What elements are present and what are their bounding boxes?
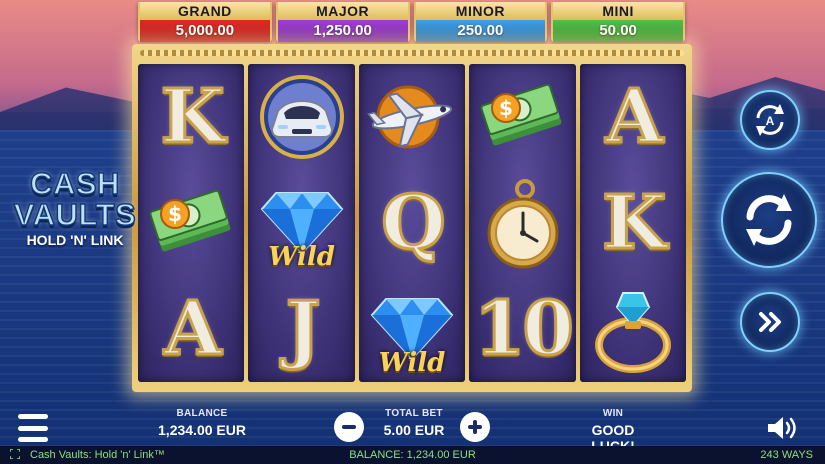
symbol-cell (248, 64, 354, 170)
logo-line-vaults: VAULTS (13, 197, 137, 232)
pocket-watch-icon (487, 179, 559, 269)
svg-text:$: $ (168, 202, 182, 226)
cash-bundle-icon: $ (149, 189, 231, 252)
minus-icon (342, 425, 356, 429)
symbol-cell (359, 64, 465, 170)
symbol-cell: J (248, 276, 354, 382)
jackpot-mini-value: 50.00 (553, 20, 683, 42)
symbol-cell: K (138, 64, 244, 170)
symbol-cell: A (580, 64, 686, 170)
spin-icon (746, 194, 792, 246)
airplane-icon (367, 85, 453, 149)
gold-rope-divider (140, 50, 684, 56)
jackpot-minor: MINOR 250.00 (413, 2, 548, 42)
wild-label: Wild (378, 348, 446, 378)
jackpot-major: MAJOR 1,250.00 (275, 2, 410, 42)
plus-icon-v (473, 420, 477, 434)
cash-bundle-icon: $ (480, 83, 562, 146)
wild-label: Wild (268, 242, 335, 272)
turbo-button[interactable] (740, 292, 800, 352)
letter-a-icon: A (604, 73, 664, 162)
jackpot-bar: GRAND 5,000.00 MAJOR 1,250.00 MINOR 250.… (134, 0, 689, 44)
balance-label: BALANCE (176, 408, 228, 419)
status-balance: BALANCE: 1,234.00 EUR (349, 449, 476, 461)
symbol-cell: $ (469, 64, 575, 170)
letter-j-icon: J (284, 285, 322, 374)
svg-text:$: $ (499, 96, 513, 120)
decrease-bet-button[interactable] (334, 412, 364, 442)
letter-a-icon: A (162, 285, 222, 374)
ways-count: 243 WAYS (760, 449, 813, 461)
sound-icon[interactable] (766, 414, 800, 442)
autoplay-letter: A (766, 114, 775, 128)
reel-2: Wild J (248, 64, 355, 382)
spin-button[interactable] (721, 172, 817, 268)
jackpot-mini: MINI 50.00 (551, 2, 685, 42)
symbol-cell: A (138, 276, 244, 382)
jackpot-grand-label: GRAND (140, 2, 270, 20)
bottom-bar: BALANCE 1,234.00 EUR TOTAL BET 5.00 EUR … (0, 400, 825, 454)
symbol-cell: Wild (359, 276, 465, 382)
game-logo: CASH VAULTS HOLD 'N' LINK (0, 166, 150, 248)
status-bar: Cash Vaults: Hold 'n' Link™ BALANCE: 1,2… (0, 446, 825, 464)
total-bet-label: TOTAL BET (385, 408, 443, 419)
total-bet-display: TOTAL BET 5.00 EUR (368, 408, 460, 438)
symbol-cell: $ (138, 170, 244, 276)
autoplay-button[interactable]: A (740, 90, 800, 150)
jackpot-minor-label: MINOR (415, 2, 546, 20)
total-bet-value: 5.00 EUR (383, 422, 445, 438)
fast-forward-icon (759, 312, 781, 332)
letter-k-icon: K (159, 73, 226, 162)
balance-value: 1,234.00 EUR (158, 422, 246, 438)
jackpot-grand: GRAND 5,000.00 (138, 2, 272, 42)
jackpot-major-label: MAJOR (277, 2, 408, 20)
letter-q-icon: Q (380, 179, 448, 268)
jackpot-mini-label: MINI (553, 2, 683, 20)
reel-5: A K (579, 64, 687, 382)
reel-grid: K $ A Wild J Q Wild $ 10 A K (138, 64, 687, 382)
reel-4: $ 10 (469, 64, 576, 382)
symbol-cell: Wild (248, 170, 354, 276)
symbol-cell (469, 170, 575, 276)
reel-frame: K $ A Wild J Q Wild $ 10 A K (132, 44, 692, 392)
increase-bet-button[interactable] (460, 412, 490, 442)
symbol-cell: Q (359, 170, 465, 276)
jackpot-grand-value: 5,000.00 (140, 20, 270, 42)
balance-display: BALANCE 1,234.00 EUR (150, 408, 254, 438)
number-10-icon: 10 (472, 285, 575, 374)
symbol-cell: K (580, 170, 686, 276)
jackpot-minor-value: 250.00 (415, 20, 546, 42)
symbol-cell (580, 276, 686, 382)
autoplay-icon: A (756, 104, 784, 136)
car-icon (259, 75, 344, 159)
jackpot-major-value: 1,250.00 (277, 20, 408, 42)
logo-line-cash: CASH (29, 166, 120, 201)
diamond-ring-icon (594, 292, 671, 373)
menu-icon[interactable] (18, 414, 48, 442)
reel-3: Q Wild (358, 64, 466, 382)
letter-k-icon: K (601, 179, 668, 268)
reel-1: K $ A (138, 64, 245, 382)
logo-subtitle: HOLD 'N' LINK (26, 232, 124, 248)
win-label: WIN (602, 408, 624, 419)
symbol-cell: 10 (469, 276, 575, 382)
